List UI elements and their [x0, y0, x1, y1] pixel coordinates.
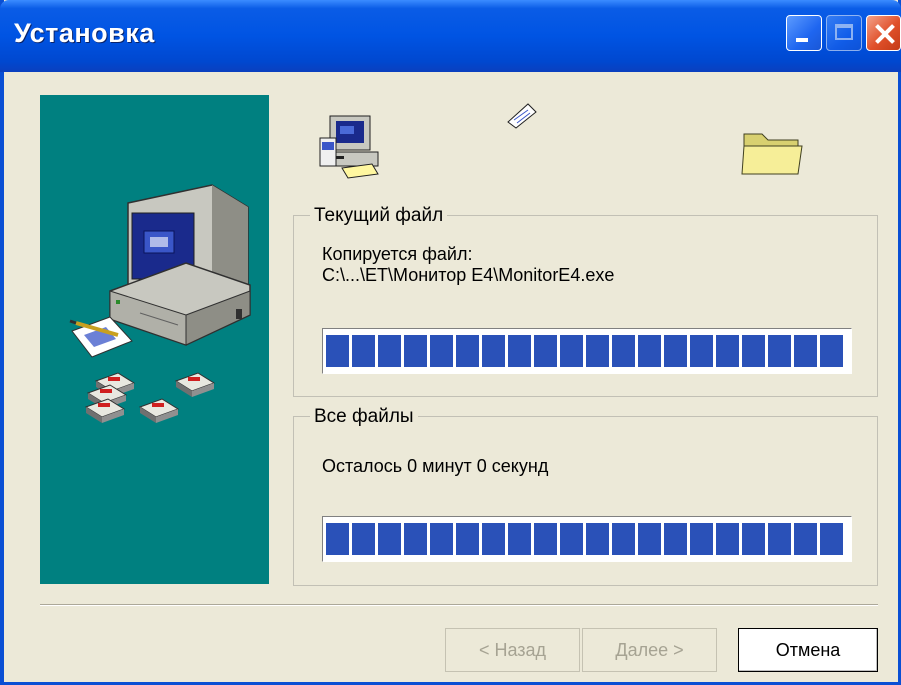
cancel-button[interactable]: Отмена [738, 628, 878, 672]
current-file-path: C:\...\ET\Монитор E4\MonitorE4.exe [322, 265, 615, 285]
flying-paper-icon [507, 103, 537, 129]
current-file-group-label: Текущий файл [310, 205, 448, 227]
minimize-button[interactable] [786, 15, 822, 51]
folder-icon [741, 133, 803, 175]
floppy-disks-icon [84, 372, 216, 423]
all-files-progress-bar [322, 516, 852, 562]
time-remaining-label: Осталось 0 минут 0 секунд [322, 456, 549, 476]
close-button[interactable] [866, 15, 901, 51]
computer-setup-icon [319, 115, 379, 179]
title-bar[interactable]: Установка [0, 0, 901, 72]
computer-with-floppies-illustration [69, 184, 251, 423]
current-file-progress-fill [326, 335, 846, 367]
all-files-progress-fill [326, 523, 846, 555]
copying-file-label: Копируется файл: [322, 244, 473, 264]
window-title: Установка [14, 18, 155, 48]
back-button[interactable]: < Назад [445, 628, 580, 672]
next-button[interactable]: Далее > [582, 628, 717, 672]
all-files-group-label: Все файлы [310, 406, 418, 428]
button-separator [40, 604, 878, 606]
maximize-button [826, 15, 862, 51]
current-file-progress-bar [322, 328, 852, 374]
side-panel-illustration [40, 95, 269, 584]
